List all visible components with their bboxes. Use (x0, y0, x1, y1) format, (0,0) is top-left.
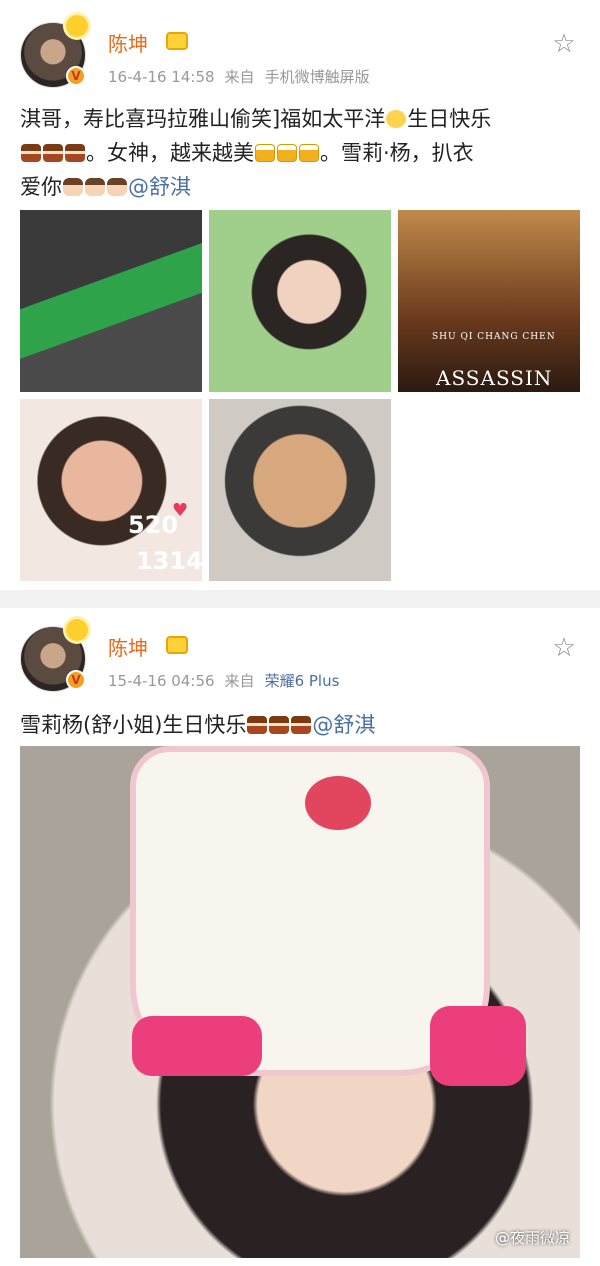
kid-emoji-icon (107, 178, 127, 196)
photo-thumbnail[interactable] (209, 210, 391, 392)
beer-emoji-icon (299, 144, 319, 162)
cake-emoji-icon (247, 716, 268, 734)
mention-link[interactable]: @舒淇 (128, 175, 191, 199)
post-photo[interactable]: @夜雨微凉 (20, 746, 580, 1258)
post-text: 雪莉杨(舒小姐)生日快乐 @舒淇 (20, 708, 582, 742)
username[interactable]: 陈坤 (108, 28, 148, 57)
kid-emoji-icon (85, 178, 105, 196)
beer-emoji-icon (255, 144, 275, 162)
timestamp: 15-4-16 04:56 (108, 672, 215, 690)
pillow-ear-right (430, 1006, 526, 1086)
post-text: 淇哥，寿比喜玛拉雅山偷笑]福如太平洋 生日快乐 。女神，越来越美 。雪莉·杨，扒衣 … (20, 102, 582, 204)
poster-thumbnail[interactable]: SHU QI CHANG CHEN ASSASSIN (398, 210, 580, 392)
pillow-ear-left (132, 1016, 262, 1076)
source-prefix: 来自 (224, 672, 255, 690)
post-divider (0, 590, 600, 608)
crown-icon (166, 636, 188, 654)
kid-emoji-icon (63, 178, 83, 196)
poster-title: ASSASSIN (436, 366, 553, 390)
star-outline-icon[interactable]: ☆ (550, 30, 578, 58)
source-link[interactable]: 荣耀6 Plus (265, 672, 340, 690)
timestamp: 16-4-16 14:58 (108, 68, 215, 86)
star-outline-icon[interactable]: ☆ (550, 634, 578, 662)
weibo-post-1: V 陈坤 16-4-16 14:58 来自 手机微博触屏版 ☆ 淇哥，寿比喜玛拉雅山… (0, 0, 600, 590)
photo-thumbnail[interactable] (20, 210, 202, 392)
pig-nose (305, 776, 371, 830)
weibo-post-2: V 陈坤 15-4-16 04:56 来自 荣耀6 Plus ☆ 雪莉杨(舒小姐)生… (0, 608, 600, 1266)
post-meta: 16-4-16 14:58 来自 手机微博触屏版 (108, 66, 380, 87)
smile-emoji-icon (386, 110, 407, 128)
photo-thumbnail[interactable] (209, 399, 391, 581)
source-prefix: 来自 (224, 68, 255, 86)
text-segment: 。雪莉·杨，扒衣 (320, 141, 474, 165)
username[interactable]: 陈坤 (108, 632, 148, 661)
cake-emoji-icon (291, 716, 312, 734)
source: 手机微博触屏版 (264, 68, 370, 86)
photo-thumbnail[interactable]: 520 ♥ 1314 (20, 399, 202, 581)
poster-names: SHU QI CHANG CHEN (432, 332, 556, 342)
cake-emoji-icon (21, 144, 41, 162)
text-line-3: 爱你 @舒淇 (20, 170, 582, 204)
beer-emoji-icon (277, 144, 297, 162)
cake-emoji-icon (269, 716, 290, 734)
text-segment: 爱你 (20, 175, 62, 199)
heart-icon: ♥ (172, 500, 189, 521)
text-line-1: 淇哥，寿比喜玛拉雅山偷笑]福如太平洋 生日快乐 (20, 102, 582, 136)
crown-icon (166, 32, 188, 50)
watermark: @夜雨微凉 (494, 1229, 570, 1247)
photo-number-top: 520 (128, 511, 179, 539)
text-line-2: 。女神，越来越美 。雪莉·杨，扒衣 (20, 136, 582, 170)
text-segment: 淇哥，寿比喜玛拉雅山偷笑]福如太平洋 (20, 107, 386, 131)
cake-emoji-icon (65, 144, 85, 162)
text-segment: 。女神，越来越美 (86, 141, 254, 165)
text-segment: 生日快乐 (407, 107, 492, 131)
verified-v-icon: V (66, 66, 86, 86)
cake-emoji-icon (43, 144, 63, 162)
sun-icon (66, 619, 88, 641)
mention-link[interactable]: @舒淇 (312, 713, 375, 737)
sun-icon (66, 15, 88, 37)
text-segment: 雪莉杨(舒小姐)生日快乐 (20, 713, 247, 737)
photo-number-bottom: 1314 (136, 547, 202, 575)
post-meta: 15-4-16 04:56 来自 荣耀6 Plus (108, 670, 349, 691)
verified-v-icon: V (66, 670, 86, 690)
